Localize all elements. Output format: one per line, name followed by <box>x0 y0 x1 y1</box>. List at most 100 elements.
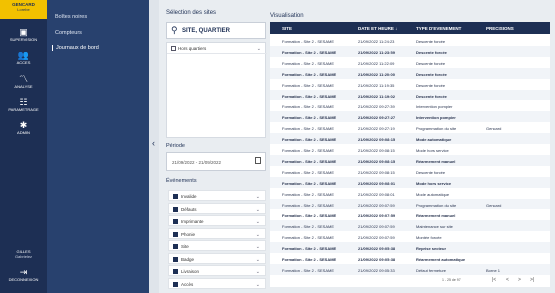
period-date-input[interactable]: 21/09/2022 - 21/09/2022 <box>166 152 266 171</box>
chevron-down-icon[interactable]: ⌄ <box>256 194 260 200</box>
event-filter-row[interactable]: Accès ⌄ <box>168 277 266 289</box>
table-row[interactable]: Formation - Site 2 - SESAME 21/09/2022 09… <box>270 188 550 199</box>
settings-list-icon: ☷ <box>19 97 28 107</box>
event-filter-row[interactable]: Badge ⌄ <box>168 252 266 264</box>
column-header-date[interactable]: DATE ET HEURE ↓ <box>358 26 397 31</box>
calendar-icon[interactable] <box>255 157 261 164</box>
event-filter-row[interactable]: Phonie ⌄ <box>168 227 266 239</box>
collapse-chevron-icon[interactable]: ‹ <box>152 138 155 148</box>
chevron-down-icon[interactable]: ⌄ <box>256 207 260 213</box>
cell-date: 21/09/2022 09:07:59 <box>358 224 395 230</box>
table-row[interactable]: Formation - Site 2 - SESAME 21/09/2022 09… <box>270 231 550 242</box>
table-row[interactable]: Formation - Site 2 - SESAME 21/09/2022 09… <box>270 242 550 253</box>
cell-type: Réarmement manuel <box>416 158 456 164</box>
event-checkbox[interactable] <box>173 281 178 287</box>
rail-item-admin[interactable]: ✱ ADMIN <box>0 120 47 135</box>
cell-type: Programmation du site <box>416 126 457 132</box>
event-filter-row[interactable]: Défauts ⌄ <box>168 202 266 214</box>
table-row[interactable]: Formation - Site 2 - SESAME 21/09/2022 09… <box>270 122 550 133</box>
cell-type: Montée forcée <box>416 235 442 241</box>
subnav-item[interactable]: Compteurs <box>55 30 82 36</box>
table-row[interactable]: Formation - Site 2 - SESAME 21/09/2022 09… <box>270 166 550 177</box>
site-checkbox[interactable] <box>171 46 176 51</box>
event-checkbox[interactable] <box>173 206 178 212</box>
cell-date: 21/09/2022 09:08:01 <box>358 191 395 197</box>
rail-item-label: ANALYSE <box>14 84 33 89</box>
table-row[interactable]: Formation - Site 2 - SESAME 21/09/2022 09… <box>270 111 550 123</box>
chevron-down-icon[interactable]: ⌄ <box>256 269 260 275</box>
cell-type: Programmation du site <box>416 202 457 208</box>
rail-item-supervision[interactable]: ▣ SUPERVISION <box>0 27 47 42</box>
event-checkbox[interactable] <box>173 256 178 262</box>
users-icon: 👥 <box>17 50 30 60</box>
event-checkbox[interactable] <box>173 219 178 224</box>
column-header-precisions[interactable]: PRECISIONS <box>486 26 514 31</box>
event-filter-label: Livraison <box>181 269 200 274</box>
subnav-item[interactable]: Boîtes noires <box>55 14 87 20</box>
table-row[interactable]: Formation - Site 2 - SESAME 21/09/2022 09… <box>270 144 550 155</box>
cell-site: Formation - Site 2 - SESAME <box>282 213 337 219</box>
table-row[interactable]: Formation - Site 2 - SESAME 21/09/2022 09… <box>270 133 550 144</box>
chevron-down-icon[interactable]: ⌄ <box>256 244 260 250</box>
events-table: SITE DATE ET HEURE ↓ TYPE D'EVENEMENT PR… <box>270 22 550 287</box>
table-pager: 1 - 25 de 97 |< < > >| <box>270 274 550 287</box>
table-row[interactable]: Formation - Site 2 - SESAME 21/09/2022 11… <box>270 35 550 46</box>
table-row[interactable]: Formation - Site 2 - SESAME 21/09/2022 11… <box>270 45 550 57</box>
cell-site: Formation - Site 2 - SESAME <box>282 158 337 164</box>
rail-item-analyse[interactable]: 〽 ANALYSE <box>0 74 47 89</box>
table-row[interactable]: Formation - Site 2 - SESAME 21/09/2022 09… <box>270 253 550 264</box>
next-page-button[interactable]: > <box>518 277 521 283</box>
cell-date: 21/09/2022 11:19:35 <box>358 82 395 88</box>
table-row[interactable]: Formation - Site 2 - SESAME 21/09/2022 11… <box>270 57 550 68</box>
chevron-down-icon[interactable]: ⌄ <box>256 257 260 263</box>
event-checkbox[interactable] <box>173 244 178 249</box>
chevron-down-icon[interactable]: ⌄ <box>256 232 260 238</box>
event-filter-label: Défauts <box>181 206 197 212</box>
event-filter-row[interactable]: Invalide ⌄ <box>168 190 266 201</box>
subnav-item[interactable]: Journaux de bord <box>52 45 99 51</box>
cell-type: Descente forcée <box>416 49 447 55</box>
chart-icon: 〽 <box>18 74 28 84</box>
chevron-down-icon[interactable]: ⌄ <box>257 46 261 52</box>
last-page-button[interactable]: >| <box>530 277 534 283</box>
table-row[interactable]: Formation - Site 2 - SESAME 21/09/2022 09… <box>270 154 550 166</box>
event-checkbox[interactable] <box>173 231 178 237</box>
user-info: GILLES Gabrielez <box>0 249 47 259</box>
pager-info: 1 - 25 de 97 <box>442 278 461 282</box>
table-row[interactable]: Formation - Site 2 - SESAME 21/09/2022 11… <box>270 79 550 90</box>
rail-item-acces[interactable]: 👥 ACCES <box>0 50 47 65</box>
table-row[interactable]: Formation - Site 2 - SESAME 21/09/2022 11… <box>270 67 550 79</box>
rail-item-label: PARAMETRAGE <box>8 107 39 112</box>
cell-date: 21/09/2022 09:27:39 <box>358 104 395 110</box>
table-row[interactable]: Formation - Site 2 - SESAME 21/09/2022 09… <box>270 209 550 220</box>
chevron-down-icon[interactable]: ⌄ <box>256 219 260 225</box>
cell-site: Formation - Site 2 - SESAME <box>282 126 335 132</box>
column-header-type[interactable]: TYPE D'EVENEMENT <box>416 26 461 31</box>
prev-page-button[interactable]: < <box>506 277 509 283</box>
cell-date: 21/09/2022 09:07:59 <box>358 235 395 241</box>
cell-precisions: Gencard <box>486 202 502 208</box>
logout-icon: ⇥ <box>19 267 28 277</box>
rail-item-parametrage[interactable]: ☷ PARAMETRAGE <box>0 97 47 112</box>
first-page-button[interactable]: |< <box>492 277 496 283</box>
event-filter-row[interactable]: Site ⌄ <box>168 240 266 251</box>
cell-date: 21/09/2022 09:27:27 <box>358 115 396 121</box>
column-header-site[interactable]: SITE <box>282 26 292 31</box>
table-row[interactable]: Formation - Site 2 - SESAME 21/09/2022 09… <box>270 198 550 210</box>
cell-site: Formation - Site 2 - SESAME <box>282 39 335 44</box>
table-row[interactable]: Formation - Site 2 - SESAME 21/09/2022 09… <box>270 100 550 111</box>
event-filter-label: Site <box>181 244 189 249</box>
table-row[interactable]: Formation - Site 2 - SESAME 21/09/2022 09… <box>270 220 550 232</box>
cell-site: Formation - Site 2 - SESAME <box>282 235 335 241</box>
table-row[interactable]: Formation - Site 2 - SESAME 21/09/2022 11… <box>270 89 550 101</box>
cell-date: 21/09/2022 09:05:38 <box>358 257 396 262</box>
event-checkbox[interactable] <box>173 194 178 199</box>
event-filter-row[interactable]: Imprimante ⌄ <box>168 215 266 226</box>
site-row-hors-quartiers[interactable]: Hors quartiers ⌄ <box>167 43 267 54</box>
table-row[interactable]: Formation - Site 2 - SESAME 21/09/2022 09… <box>270 176 550 188</box>
site-search-input[interactable]: ⚲ SITE, QUARTIER <box>166 22 266 39</box>
chevron-down-icon[interactable]: ⌄ <box>256 282 260 288</box>
logout-button[interactable]: ⇥ DECONNEXION <box>0 267 47 282</box>
event-filter-row[interactable]: Livraison ⌄ <box>168 265 266 276</box>
event-checkbox[interactable] <box>173 269 178 274</box>
